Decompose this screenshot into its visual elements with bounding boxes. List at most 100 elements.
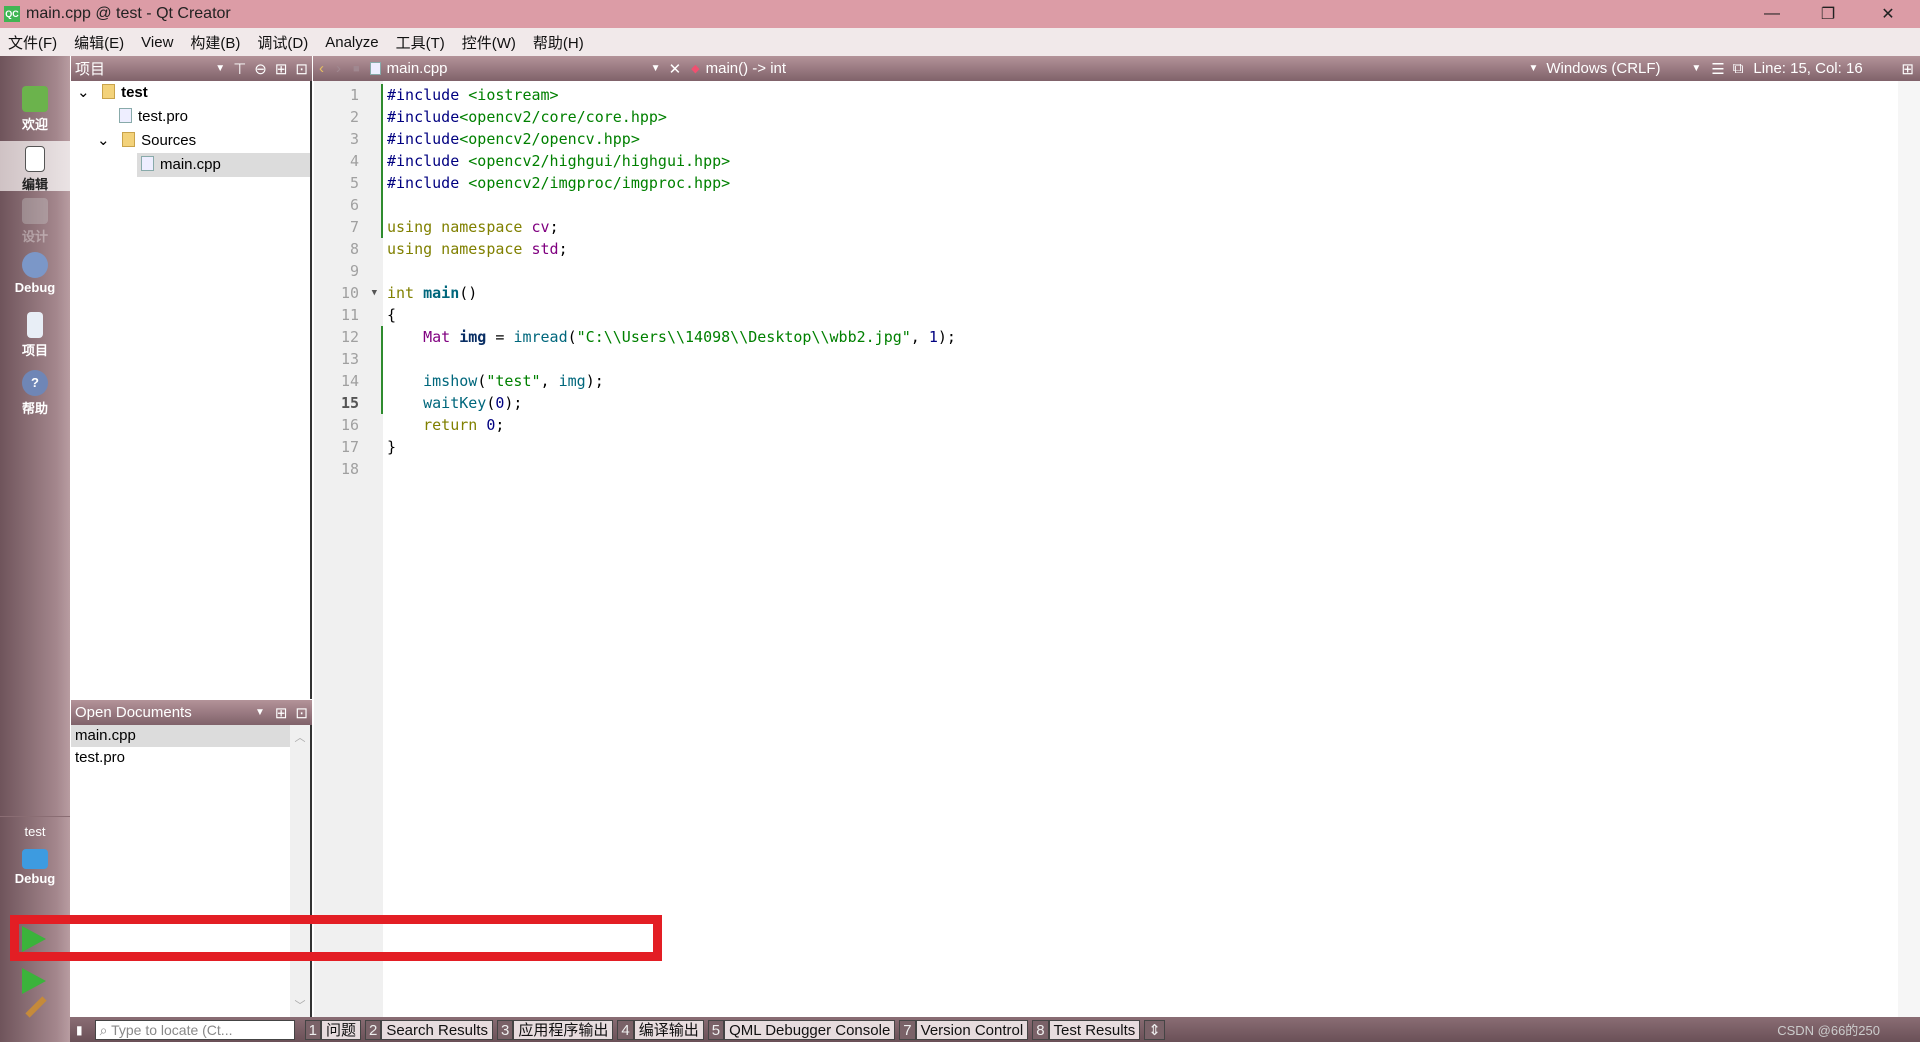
menu-file[interactable]: 文件(F)	[8, 32, 57, 53]
code-token: <opencv2/core/core.hpp>	[459, 108, 667, 126]
split-icon[interactable]: ⊞	[1901, 60, 1914, 78]
menu-build[interactable]: 构建(B)	[190, 32, 240, 53]
restore-button[interactable]: ❐	[1800, 0, 1856, 28]
editor-scrollbar[interactable]	[1898, 81, 1920, 1017]
close-button[interactable]: ✕	[1860, 0, 1916, 28]
code-line[interactable]: #include <iostream>	[387, 84, 559, 106]
kit-selector[interactable]: Debug	[0, 849, 70, 886]
tree-item-test[interactable]: ⌄ test	[77, 81, 148, 105]
project-view-selector[interactable]: 项目	[71, 58, 215, 79]
code-line[interactable]: #include <opencv2/highgui/highgui.hpp>	[387, 150, 730, 172]
line-number: 17	[340, 438, 359, 456]
cursor-position[interactable]: Line: 15, Col: 16	[1753, 60, 1901, 77]
chevron-down-icon[interactable]: ▼	[255, 707, 265, 718]
code-token: 1	[928, 328, 938, 346]
tree-item-sources[interactable]: ⌄ Sources	[97, 129, 196, 153]
output-pane-button[interactable]: 7 Version Control	[899, 1019, 1029, 1040]
split-icon[interactable]: ⊞	[275, 704, 288, 722]
output-pane-button[interactable]: 5 QML Debugger Console	[707, 1019, 896, 1040]
debug-run-icon[interactable]	[22, 968, 46, 994]
code-line[interactable]: Mat img = imread("C:\\Users\\14098\\Desk…	[387, 326, 956, 348]
code-token: {	[387, 306, 397, 324]
open-documents-scrollbar[interactable]: ︿ ﹀	[290, 725, 310, 1017]
code-line[interactable]: waitKey(0);	[387, 392, 522, 414]
code-token: }	[387, 438, 397, 456]
output-pane-button[interactable]: 3 应用程序输出	[497, 1019, 614, 1040]
fold-arrow-icon[interactable]: ▼	[372, 282, 377, 304]
locator-input[interactable]: ⌕ Type to locate (Ct...	[94, 1019, 295, 1040]
forward-arrow-icon[interactable]: ›	[336, 60, 341, 77]
code-token: <opencv2/imgproc/imgproc.hpp>	[459, 174, 731, 192]
code-line[interactable]: #include<opencv2/core/core.hpp>	[387, 106, 667, 128]
open-documents-title[interactable]: Open Documents	[71, 704, 255, 721]
document-selector[interactable]: main.cpp	[387, 60, 651, 77]
code-token: ()	[459, 284, 478, 302]
chevron-down-icon[interactable]: ▼	[215, 63, 225, 74]
code-line[interactable]: #include<opencv2/opencv.hpp>	[387, 128, 640, 150]
tree-label: test.pro	[138, 108, 189, 125]
mode-label: 项目	[21, 343, 48, 358]
chevron-down-icon[interactable]: ⌄	[97, 132, 110, 149]
link-icon[interactable]: ⊖	[254, 60, 267, 78]
close-panel-icon[interactable]: ⊡	[295, 704, 308, 722]
close-panel-icon[interactable]: ⊡	[295, 60, 308, 78]
open-document-item[interactable]: main.cpp	[71, 725, 290, 747]
menu-help[interactable]: 帮助(H)	[533, 32, 584, 53]
mode-debug[interactable]: Debug	[0, 252, 70, 295]
mode-welcome[interactable]: 欢迎	[0, 86, 70, 133]
line-number: 5	[349, 174, 359, 192]
code-line[interactable]: return 0;	[387, 414, 504, 436]
tree-label: Sources	[141, 132, 197, 149]
code-line[interactable]: {	[387, 304, 396, 326]
chevron-down-icon[interactable]: ▼	[1691, 63, 1701, 74]
output-pane-button[interactable]: 4 编译输出	[617, 1019, 704, 1040]
menu-view[interactable]: View	[141, 34, 173, 51]
symbol-selector[interactable]: main() -> int	[706, 60, 1529, 77]
code-token: img	[459, 328, 487, 346]
chevron-down-icon[interactable]: ⌄	[77, 84, 90, 101]
close-document-icon[interactable]: ✕	[669, 60, 682, 78]
code-line[interactable]: using namespace std;	[387, 238, 568, 260]
code-editor[interactable]: #include <iostream> #include<opencv2/core…	[383, 81, 1898, 1017]
document-outline-icon[interactable]: ☰	[1711, 60, 1724, 78]
menu-tools[interactable]: 工具(T)	[396, 32, 445, 53]
code-line[interactable]: }	[387, 436, 396, 458]
menu-window[interactable]: 控件(W)	[462, 32, 516, 53]
code-line[interactable]: int main()	[387, 282, 477, 304]
menu-debug[interactable]: 调试(D)	[257, 32, 308, 53]
toggle-sidebar-icon[interactable]: ▮	[76, 1023, 83, 1037]
project-tree: ⌄ test test.pro ⌄ Sources main.cpp	[71, 81, 312, 699]
mode-help[interactable]: ? 帮助	[0, 370, 70, 417]
back-arrow-icon[interactable]: ‹	[319, 60, 324, 77]
output-pane-button[interactable]: 8 Test Results	[1032, 1019, 1141, 1040]
project-panel-toolbar: 项目 ▼ ⊤ ⊖ ⊞ ⊡	[71, 56, 312, 81]
build-hammer-icon[interactable]	[25, 996, 47, 1018]
chevron-down-icon[interactable]: ▼	[651, 63, 661, 74]
tree-item-test-pro[interactable]: test.pro	[119, 105, 188, 129]
menu-analyze[interactable]: Analyze	[325, 34, 378, 51]
encoding-icon[interactable]: ⧉	[1733, 60, 1744, 77]
code-line[interactable]: #include <opencv2/imgproc/imgproc.hpp>	[387, 172, 730, 194]
minimize-button[interactable]: —	[1744, 0, 1800, 28]
tree-item-main-cpp[interactable]: main.cpp	[137, 153, 310, 177]
mode-projects[interactable]: 项目	[0, 312, 70, 359]
code-line[interactable]: imshow("test", img);	[387, 370, 604, 392]
output-pane-button[interactable]: 1 问题	[304, 1019, 361, 1040]
mode-edit[interactable]: 编辑	[0, 141, 70, 192]
line-number: 14	[340, 372, 359, 390]
open-document-item[interactable]: test.pro	[71, 747, 310, 769]
title-bar: QC main.cpp @ test - Qt Creator — ❐ ✕	[0, 0, 1920, 28]
more-panes-button[interactable]: ⇕	[1144, 1019, 1165, 1040]
split-icon[interactable]: ⊞	[275, 60, 288, 78]
pane-number: 5	[707, 1019, 725, 1040]
line-ending-selector[interactable]: Windows (CRLF)	[1546, 60, 1691, 77]
filter-icon[interactable]: ⊤	[233, 60, 246, 78]
code-token: (	[567, 328, 577, 346]
menu-edit[interactable]: 编辑(E)	[74, 32, 124, 53]
chevron-down-icon[interactable]: ▼	[1528, 63, 1538, 74]
open-documents-toolbar: Open Documents ▼ ⊞ ⊡	[71, 700, 312, 725]
output-pane-button[interactable]: 2 Search Results	[364, 1019, 494, 1040]
code-line[interactable]: using namespace cv;	[387, 216, 559, 238]
